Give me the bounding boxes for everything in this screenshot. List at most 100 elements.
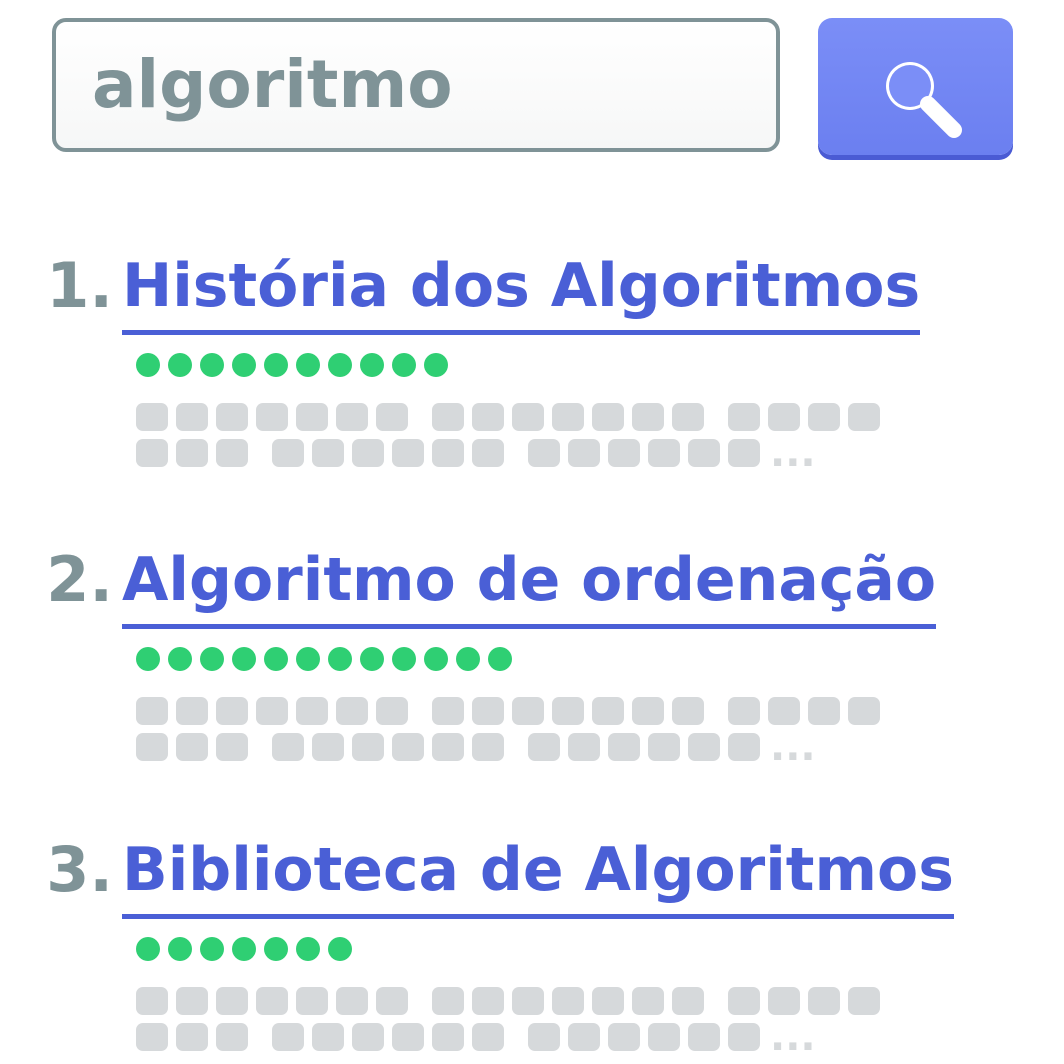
text-placeholder-block (136, 403, 168, 431)
search-result: 3. Biblioteca de Algoritmos ... (0, 830, 1064, 1060)
snippet-word-placeholder (432, 403, 704, 431)
text-placeholder-block (848, 987, 880, 1015)
text-placeholder-block (216, 733, 248, 761)
snippet-word-placeholder (728, 987, 880, 1015)
text-placeholder-block (312, 1023, 344, 1051)
rating-dot (424, 647, 448, 671)
search-box[interactable] (52, 18, 780, 152)
snippet-word-placeholder (432, 987, 704, 1015)
text-placeholder-block (352, 733, 384, 761)
text-placeholder-block (272, 733, 304, 761)
text-placeholder-block (768, 697, 800, 725)
text-placeholder-block (272, 1023, 304, 1051)
text-placeholder-block (392, 733, 424, 761)
snippet-word-placeholder (136, 403, 408, 431)
rating-dot (328, 937, 352, 961)
rating-dot (136, 647, 160, 671)
text-placeholder-block (352, 1023, 384, 1051)
text-placeholder-block (728, 1023, 760, 1051)
rating-dots (136, 936, 352, 962)
snippet-word-placeholder (272, 733, 504, 761)
snippet-word-placeholder (136, 439, 248, 467)
result-title-link[interactable]: História dos Algoritmos (122, 246, 921, 335)
text-placeholder-block (472, 439, 504, 467)
text-placeholder-block (432, 439, 464, 467)
text-placeholder-block (176, 987, 208, 1015)
text-placeholder-block (376, 987, 408, 1015)
text-placeholder-block (592, 987, 624, 1015)
rating-dots (136, 352, 448, 378)
text-placeholder-block (376, 403, 408, 431)
text-placeholder-block (848, 697, 880, 725)
rating-dot (264, 353, 288, 377)
rating-dot (392, 353, 416, 377)
rating-dot (456, 647, 480, 671)
rating-dot (488, 647, 512, 671)
text-placeholder-block (296, 403, 328, 431)
rating-dot (392, 647, 416, 671)
text-placeholder-block (552, 987, 584, 1015)
text-placeholder-block (848, 403, 880, 431)
text-placeholder-block (176, 403, 208, 431)
text-placeholder-block (176, 697, 208, 725)
text-placeholder-block (808, 697, 840, 725)
text-placeholder-block (376, 697, 408, 725)
text-placeholder-block (512, 697, 544, 725)
rating-dot (296, 647, 320, 671)
text-placeholder-block (176, 733, 208, 761)
snippet-word-placeholder (136, 733, 248, 761)
snippet-word-placeholder (136, 1023, 248, 1051)
rating-dot (232, 353, 256, 377)
snippet-line (136, 987, 904, 1015)
text-placeholder-block (552, 403, 584, 431)
text-placeholder-block (256, 403, 288, 431)
rating-dot (136, 937, 160, 961)
text-placeholder-block (728, 403, 760, 431)
snippet-word-placeholder (272, 439, 504, 467)
rating-dot (360, 353, 384, 377)
text-placeholder-block (608, 439, 640, 467)
rating-dot (136, 353, 160, 377)
rating-dot (360, 647, 384, 671)
text-placeholder-block (136, 697, 168, 725)
text-placeholder-block (648, 439, 680, 467)
snippet-word-placeholder (136, 987, 408, 1015)
text-placeholder-block (176, 1023, 208, 1051)
search-button[interactable] (818, 18, 1013, 155)
snippet-line: ... (136, 433, 816, 473)
text-placeholder-block (528, 733, 560, 761)
text-placeholder-block (432, 987, 464, 1015)
rating-dot (200, 937, 224, 961)
text-placeholder-block (216, 697, 248, 725)
search-input[interactable] (92, 40, 742, 130)
text-placeholder-block (632, 697, 664, 725)
text-placeholder-block (136, 733, 168, 761)
text-placeholder-block (568, 733, 600, 761)
rating-dot (200, 353, 224, 377)
rating-dot (264, 937, 288, 961)
rating-dot (232, 647, 256, 671)
text-placeholder-block (648, 1023, 680, 1051)
rating-dot (168, 647, 192, 671)
snippet-line (136, 403, 904, 431)
text-placeholder-block (312, 733, 344, 761)
text-placeholder-block (568, 1023, 600, 1051)
text-placeholder-block (432, 403, 464, 431)
result-title-link[interactable]: Biblioteca de Algoritmos (122, 830, 954, 919)
text-placeholder-block (608, 733, 640, 761)
search-result: 2. Algoritmo de ordenação ... (0, 540, 1064, 770)
rating-dot (328, 647, 352, 671)
text-placeholder-block (392, 439, 424, 467)
text-placeholder-block (592, 697, 624, 725)
rating-dot (328, 353, 352, 377)
snippet-word-placeholder (528, 733, 760, 761)
text-placeholder-block (688, 439, 720, 467)
text-placeholder-block (336, 697, 368, 725)
result-title-link[interactable]: Algoritmo de ordenação (122, 540, 937, 629)
rating-dots (136, 646, 512, 672)
text-placeholder-block (728, 987, 760, 1015)
text-placeholder-block (608, 1023, 640, 1051)
text-placeholder-block (528, 439, 560, 467)
snippet-word-placeholder (728, 697, 880, 725)
text-placeholder-block (136, 1023, 168, 1051)
